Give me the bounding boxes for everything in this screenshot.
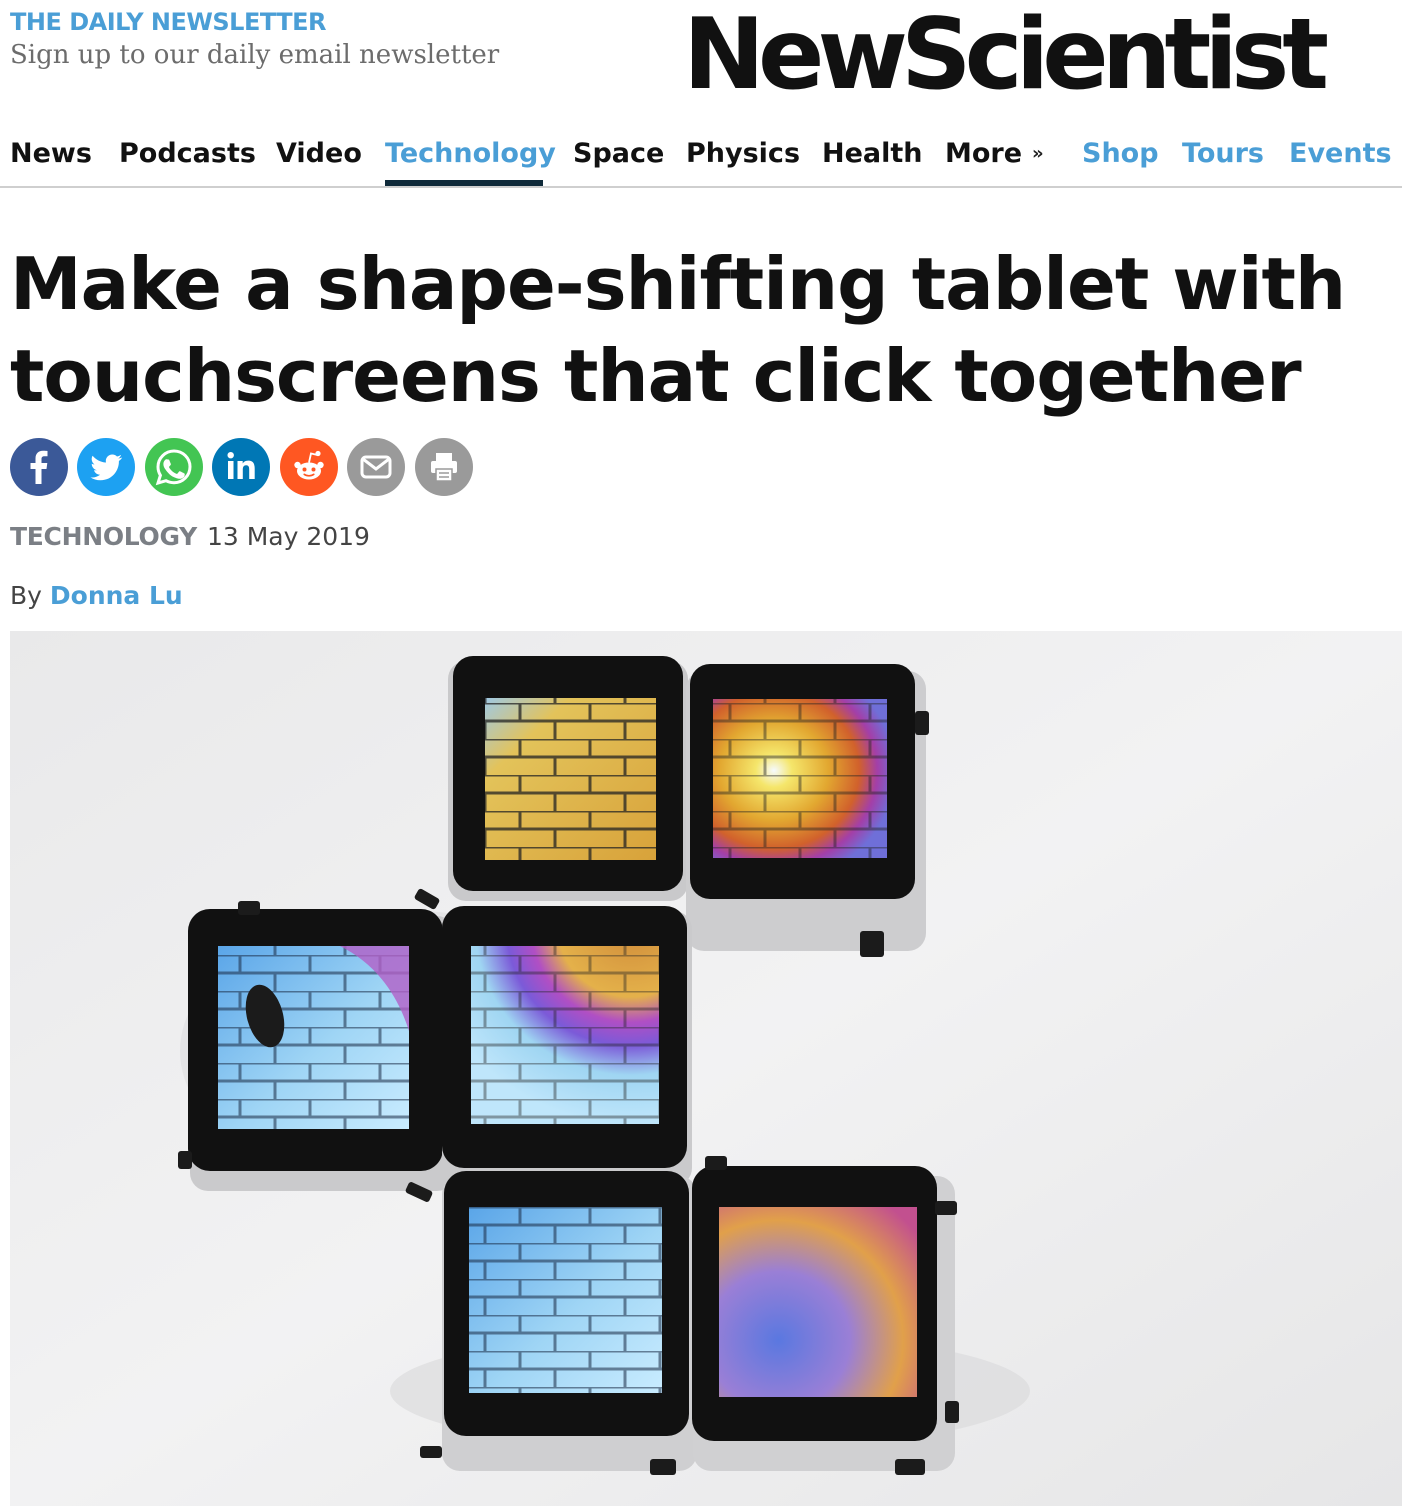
nav-item-more[interactable]: More » bbox=[945, 128, 1044, 186]
byline: By Donna Lu bbox=[10, 579, 183, 613]
nav-item-podcasts[interactable]: Podcasts bbox=[119, 128, 256, 186]
reddit-share-button[interactable] bbox=[280, 438, 338, 496]
hero-image bbox=[10, 631, 1402, 1506]
article-title: Make a shape-shifting tablet with touchs… bbox=[10, 242, 1346, 418]
nav-item-shop[interactable]: Shop bbox=[1082, 128, 1159, 186]
tile-middle bbox=[442, 906, 692, 1186]
linkedin-share-button[interactable] bbox=[212, 438, 270, 496]
publish-date: 13 May 2019 bbox=[206, 522, 370, 551]
nav-item-tours[interactable]: Tours bbox=[1182, 128, 1264, 186]
nav-item-technology[interactable]: Technology bbox=[385, 128, 556, 186]
nav-item-space[interactable]: Space bbox=[573, 128, 664, 186]
hero-photo bbox=[10, 631, 1402, 1506]
nav-item-physics[interactable]: Physics bbox=[686, 128, 800, 186]
byline-prefix: By bbox=[10, 581, 42, 610]
main-nav: News Podcasts Video Technology Space Phy… bbox=[0, 128, 1402, 188]
facebook-share-button[interactable] bbox=[10, 438, 68, 496]
author-link[interactable]: Donna Lu bbox=[50, 581, 183, 610]
newsletter-subtitle[interactable]: Sign up to our daily email newsletter bbox=[10, 38, 499, 72]
newsletter-signup[interactable]: THE DAILY NEWSLETTER Sign up to our dail… bbox=[10, 6, 499, 72]
tile-top-right bbox=[686, 664, 926, 951]
chevron-down-icon: » bbox=[1032, 143, 1044, 164]
newsletter-title[interactable]: THE DAILY NEWSLETTER bbox=[10, 6, 499, 38]
whatsapp-icon bbox=[145, 438, 203, 496]
article-meta: TECHNOLOGY 13 May 2019 bbox=[10, 520, 370, 554]
nav-item-news[interactable]: News bbox=[10, 128, 92, 186]
nav-item-video[interactable]: Video bbox=[276, 128, 362, 186]
linkedin-icon bbox=[212, 438, 270, 496]
tile-top-left bbox=[448, 656, 688, 901]
site-logo[interactable]: NewScientist bbox=[683, 0, 1329, 110]
facebook-icon bbox=[10, 438, 68, 496]
nav-item-events[interactable]: Events bbox=[1289, 128, 1392, 186]
section-tag[interactable]: TECHNOLOGY bbox=[10, 522, 197, 551]
email-share-button[interactable] bbox=[347, 438, 405, 496]
nav-more-label: More bbox=[945, 138, 1023, 169]
whatsapp-share-button[interactable] bbox=[145, 438, 203, 496]
reddit-icon bbox=[280, 438, 338, 496]
tile-bottom-right bbox=[692, 1166, 955, 1471]
nav-item-health[interactable]: Health bbox=[822, 128, 923, 186]
print-button[interactable] bbox=[415, 438, 473, 496]
email-icon bbox=[347, 438, 405, 496]
twitter-icon bbox=[77, 438, 135, 496]
twitter-share-button[interactable] bbox=[77, 438, 135, 496]
print-icon bbox=[415, 438, 473, 496]
tile-mid-left bbox=[188, 909, 455, 1191]
tile-bottom-left bbox=[442, 1171, 697, 1471]
